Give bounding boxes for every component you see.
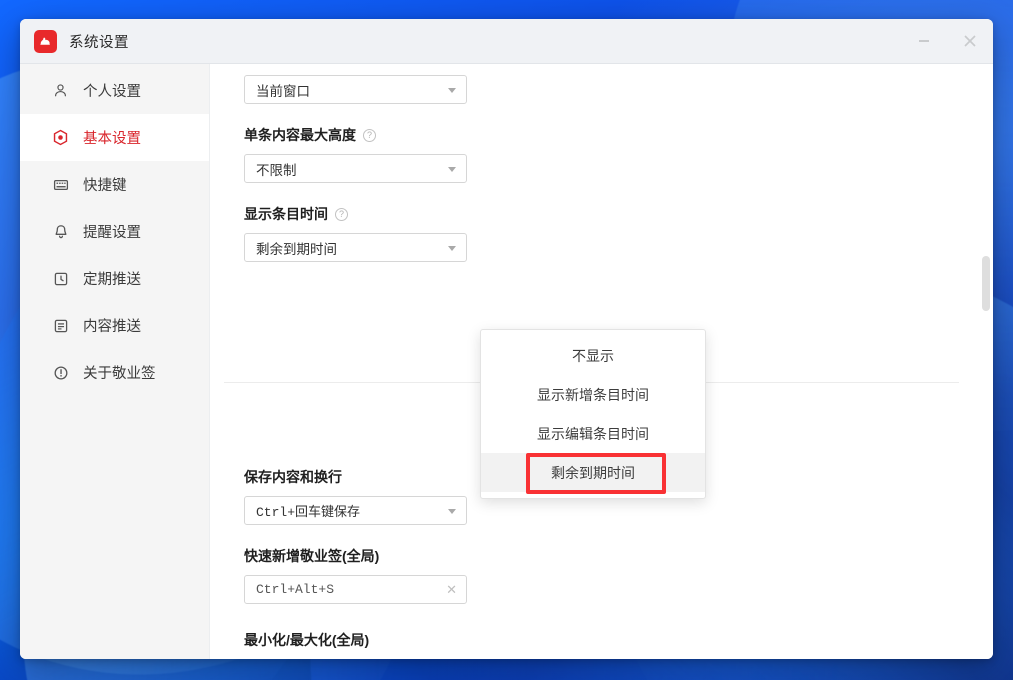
dropdown-option-no-display[interactable]: 不显示 bbox=[481, 336, 705, 375]
close-icon[interactable]: ✕ bbox=[446, 582, 457, 598]
quick-add-note-label: 快速新增敬业签(全局) bbox=[244, 548, 380, 564]
show-item-time-label: 显示条目时间 ? bbox=[244, 204, 959, 224]
show-item-time-value: 剩余到期时间 bbox=[256, 241, 337, 257]
content-scrollbar[interactable] bbox=[982, 64, 990, 659]
close-button[interactable] bbox=[947, 19, 993, 63]
window-title: 系统设置 bbox=[69, 34, 129, 51]
save-content-newline-select[interactable]: Ctrl+回车键保存 bbox=[244, 496, 467, 525]
keyboard-icon bbox=[52, 176, 69, 193]
settings-window: 系统设置 个人设置 基本设置 快捷键 提醒设置 定期推送 内容推送 关于敬业签 … bbox=[20, 19, 993, 659]
clock-box-icon bbox=[52, 270, 69, 287]
chevron-down-icon bbox=[448, 508, 456, 514]
sidebar-item-label: 定期推送 bbox=[83, 272, 141, 288]
user-icon bbox=[52, 82, 69, 99]
sidebar-item-personal-settings[interactable]: 个人设置 bbox=[20, 67, 209, 114]
sidebar-item-label: 个人设置 bbox=[83, 84, 141, 100]
dropdown-option-show-created-time[interactable]: 显示新增条目时间 bbox=[481, 375, 705, 414]
sidebar-item-reminder-settings[interactable]: 提醒设置 bbox=[20, 208, 209, 255]
list-box-icon bbox=[52, 317, 69, 334]
bell-icon bbox=[52, 223, 69, 240]
window-body: 个人设置 基本设置 快捷键 提醒设置 定期推送 内容推送 关于敬业签 当前窗口 … bbox=[20, 64, 993, 659]
min-max-window-label: 最小化/最大化(全局) bbox=[244, 632, 370, 648]
show-item-time-select[interactable]: 剩余到期时间 bbox=[244, 233, 467, 262]
target-icon bbox=[52, 129, 69, 146]
quick-add-note-value: Ctrl+Alt+S bbox=[256, 582, 335, 597]
settings-content-panel: 当前窗口 单条内容最大高度 ? 不限制 显示条目时间 ? 剩余到期时间 保存内容… bbox=[210, 64, 993, 659]
max-item-height-label: 单条内容最大高度 ? bbox=[244, 125, 959, 145]
sidebar-item-label: 提醒设置 bbox=[83, 225, 141, 241]
show-item-time-dropdown-menu: 不显示 显示新增条目时间 显示编辑条目时间 剩余到期时间 bbox=[480, 329, 706, 499]
sidebar-item-about[interactable]: 关于敬业签 bbox=[20, 349, 209, 396]
minimize-button[interactable] bbox=[901, 19, 947, 63]
window-controls bbox=[901, 19, 993, 63]
sidebar-item-label: 内容推送 bbox=[83, 319, 141, 335]
sidebar-item-content-push[interactable]: 内容推送 bbox=[20, 302, 209, 349]
sidebar-item-label: 基本设置 bbox=[83, 131, 141, 147]
scrollbar-thumb[interactable] bbox=[982, 256, 990, 311]
chevron-down-icon bbox=[448, 87, 456, 93]
title-bar: 系统设置 bbox=[20, 19, 993, 64]
max-item-height-select[interactable]: 不限制 bbox=[244, 154, 467, 183]
dropdown-option-remaining-time[interactable]: 剩余到期时间 bbox=[481, 453, 705, 492]
sidebar-item-label: 关于敬业签 bbox=[83, 366, 156, 382]
window-mode-select[interactable]: 当前窗口 bbox=[244, 75, 467, 104]
cloud-note-icon bbox=[34, 29, 57, 53]
window-mode-value: 当前窗口 bbox=[256, 83, 310, 99]
help-icon[interactable]: ? bbox=[335, 207, 348, 221]
help-icon[interactable]: ? bbox=[363, 128, 376, 142]
sidebar-item-basic-settings[interactable]: 基本设置 bbox=[20, 114, 209, 161]
chevron-down-icon bbox=[448, 245, 456, 251]
quick-add-note-hotkey-input[interactable]: Ctrl+Alt+S ✕ bbox=[244, 575, 467, 604]
sidebar-item-shortcuts[interactable]: 快捷键 bbox=[20, 161, 209, 208]
save-content-newline-value: Ctrl+回车键保存 bbox=[256, 505, 361, 520]
dropdown-option-show-edited-time[interactable]: 显示编辑条目时间 bbox=[481, 414, 705, 453]
info-icon bbox=[52, 364, 69, 381]
sidebar-item-label: 快捷键 bbox=[83, 178, 127, 194]
sidebar: 个人设置 基本设置 快捷键 提醒设置 定期推送 内容推送 关于敬业签 bbox=[20, 64, 210, 659]
sidebar-item-scheduled-push[interactable]: 定期推送 bbox=[20, 255, 209, 302]
max-item-height-value: 不限制 bbox=[256, 162, 297, 178]
chevron-down-icon bbox=[448, 166, 456, 172]
